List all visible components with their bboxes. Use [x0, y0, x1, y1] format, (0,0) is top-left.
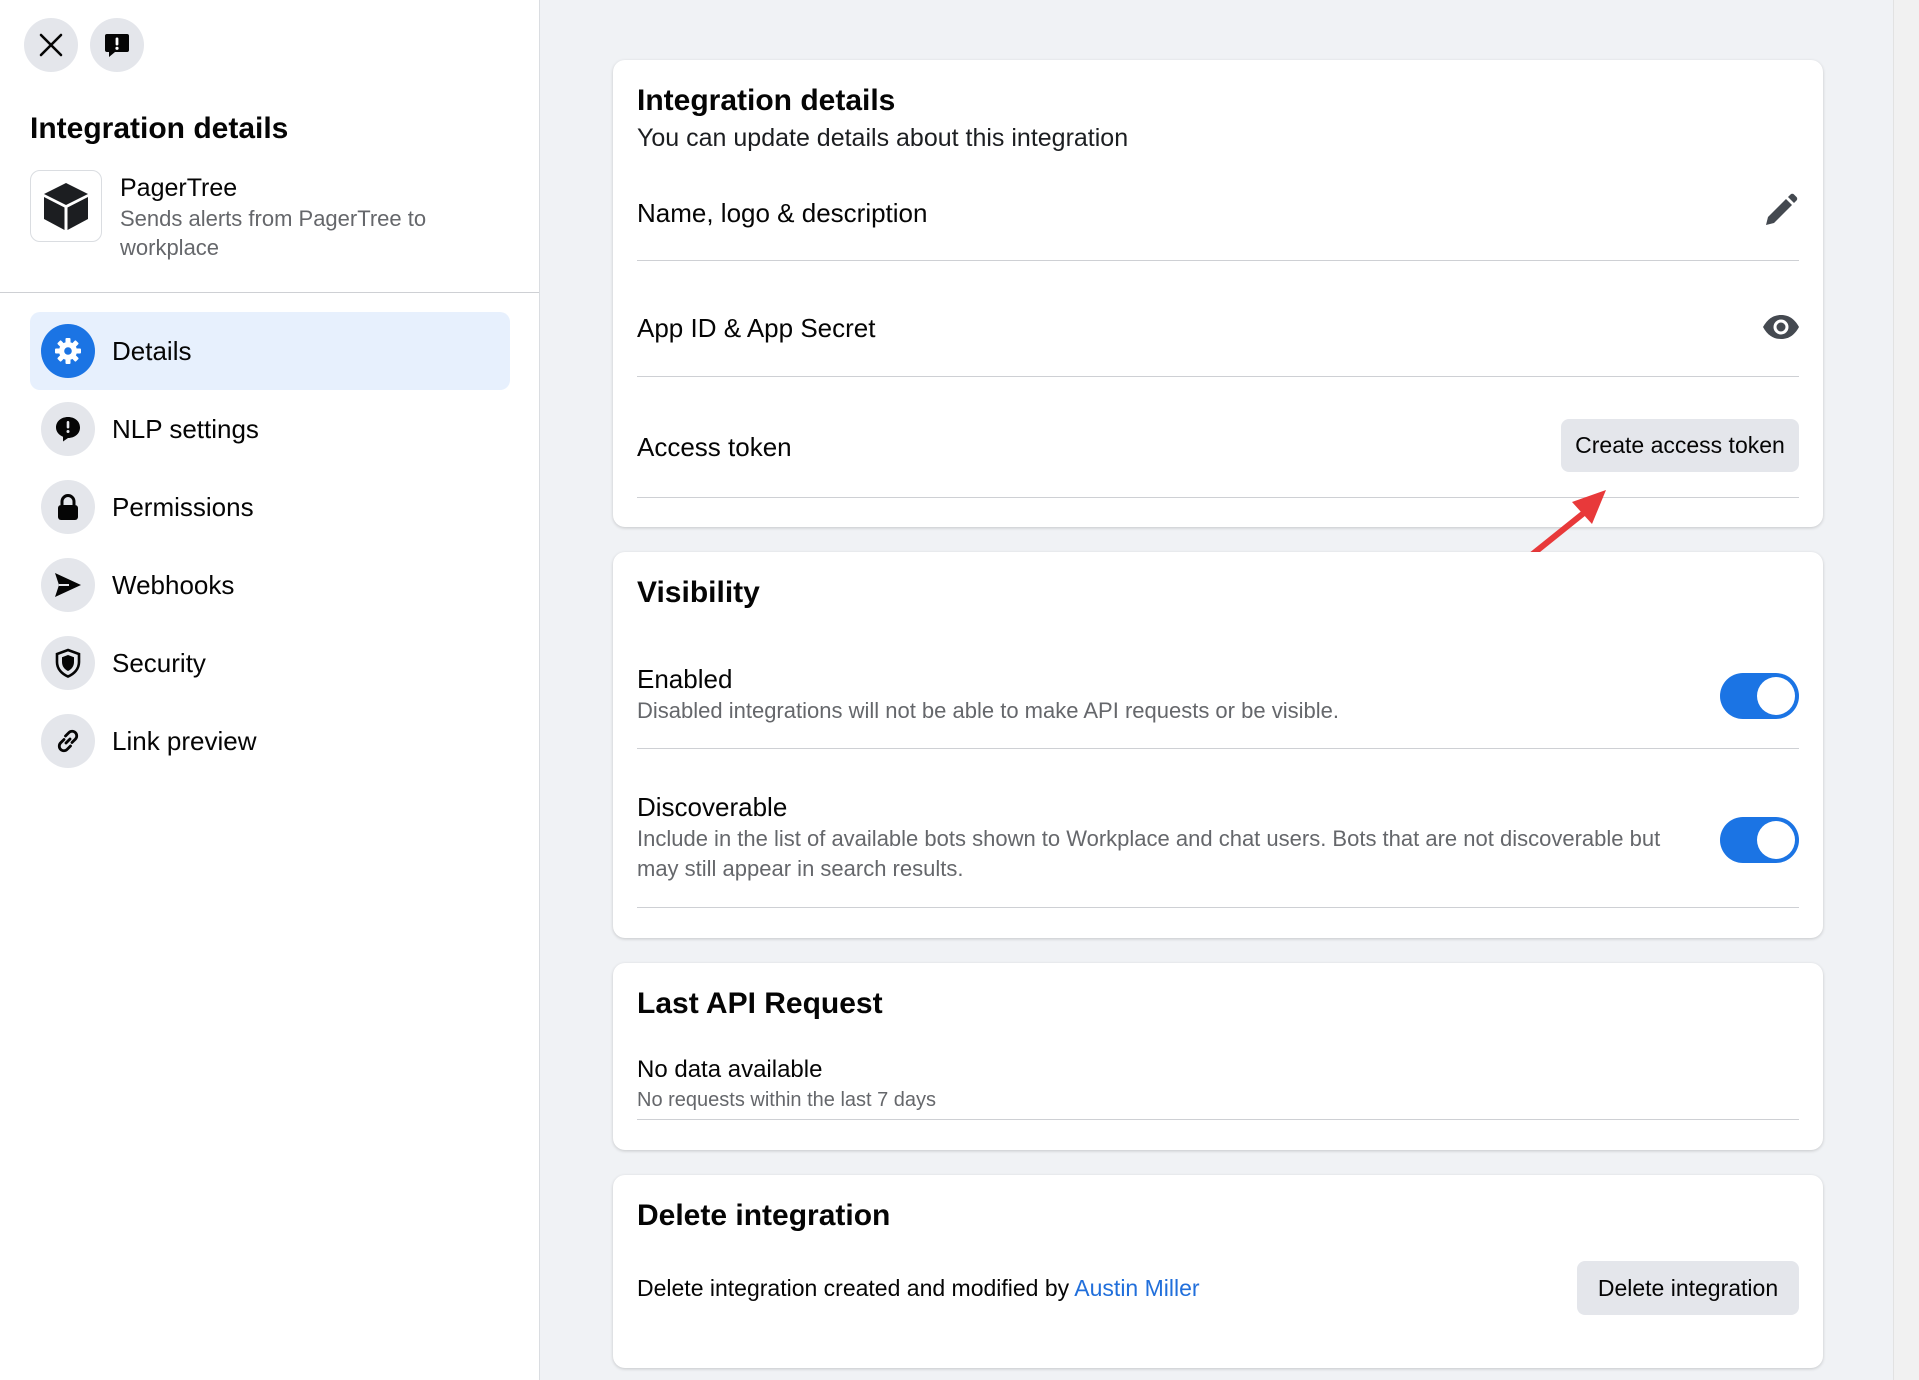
pencil-icon: [1766, 193, 1798, 225]
divider: [637, 907, 1799, 908]
delete-text: Delete integration created and modified …: [637, 1275, 1070, 1301]
sidebar-item-link-preview[interactable]: Link preview: [30, 702, 510, 780]
name-logo-description-row[interactable]: Name, logo & description: [637, 198, 927, 229]
scrollbar[interactable]: [1893, 0, 1919, 1380]
discoverable-toggle[interactable]: [1720, 817, 1799, 863]
toggle-knob: [1757, 821, 1795, 859]
discoverable-label: Discoverable: [637, 792, 788, 822]
sidebar-item-label: Permissions: [112, 491, 254, 522]
sidebar-item-security[interactable]: Security: [30, 624, 510, 702]
card-subtitle: You can update details about this integr…: [637, 124, 1129, 152]
sidebar: Integration details PagerTree Sends aler…: [0, 0, 540, 1380]
show-secret-button[interactable]: [1761, 313, 1801, 346]
app-logo: [30, 170, 102, 242]
sidebar-item-details[interactable]: Details: [30, 312, 510, 390]
card-title: Delete integration: [637, 1199, 891, 1232]
sidebar-item-nlp-settings[interactable]: NLP settings: [30, 390, 510, 468]
close-button[interactable]: [24, 18, 78, 72]
enabled-toggle[interactable]: [1720, 673, 1799, 719]
lock-icon: [58, 494, 78, 520]
card-title: Last API Request: [637, 987, 883, 1020]
enabled-description: Disabled integrations will not be able t…: [637, 698, 1339, 723]
sidebar-item-webhooks[interactable]: Webhooks: [30, 546, 510, 624]
app-name: PagerTree: [120, 174, 238, 202]
api-status: No data available: [637, 1056, 823, 1083]
author-link[interactable]: Austin Miller: [1074, 1275, 1199, 1301]
delete-description: Delete integration created and modified …: [637, 1275, 1200, 1302]
app-description: Sends alerts from PagerTree to workplace: [120, 206, 427, 260]
sidebar-item-label: Security: [112, 647, 206, 678]
shield-icon: [55, 648, 81, 678]
delete-integration-button[interactable]: Delete integration: [1577, 1261, 1799, 1315]
card-title: Visibility: [637, 576, 760, 609]
divider: [637, 376, 1799, 377]
close-icon: [39, 33, 63, 57]
visibility-card: Visibility Enabled Disabled integrations…: [613, 552, 1823, 938]
sidebar-item-label: Details: [112, 335, 192, 366]
report-button[interactable]: [90, 18, 144, 72]
last-api-request-card: Last API Request No data available No re…: [613, 963, 1823, 1150]
divider: [637, 260, 1799, 261]
gear-icon: [55, 338, 81, 364]
api-status-detail: No requests within the last 7 days: [637, 1089, 937, 1111]
sidebar-nav: Details NLP settings Permissions Webhook…: [30, 312, 510, 780]
sidebar-item-label: NLP settings: [112, 413, 259, 444]
card-title: Integration details: [637, 84, 896, 117]
edit-button[interactable]: [1761, 192, 1799, 235]
divider: [637, 748, 1799, 749]
sidebar-top-buttons: [24, 18, 144, 72]
divider: [637, 1119, 1799, 1120]
discoverable-description: Include in the list of available bots sh…: [637, 826, 1661, 881]
toggle-knob: [1757, 677, 1795, 715]
access-token-label: Access token: [637, 432, 792, 462]
create-access-token-button[interactable]: Create access token: [1561, 419, 1799, 472]
app-info: PagerTree Sends alerts from PagerTree to…: [30, 170, 480, 262]
link-icon: [57, 729, 79, 753]
sidebar-item-label: Webhooks: [112, 569, 235, 600]
sidebar-item-permissions[interactable]: Permissions: [30, 468, 510, 546]
send-icon: [55, 573, 81, 597]
sidebar-item-label: Link preview: [112, 725, 257, 756]
sidebar-divider: [0, 292, 539, 293]
integration-details-card: Integration details You can update detai…: [613, 60, 1823, 527]
enabled-label: Enabled: [637, 664, 733, 694]
delete-integration-card: Delete integration Delete integration cr…: [613, 1175, 1823, 1368]
chat-bubble-icon: [56, 417, 80, 442]
cube-icon: [44, 183, 88, 230]
eye-icon: [1763, 315, 1799, 339]
app-id-secret-row[interactable]: App ID & App Secret: [637, 313, 875, 344]
divider: [637, 497, 1799, 498]
report-icon: [105, 34, 129, 57]
sidebar-title: Integration details: [30, 112, 289, 145]
